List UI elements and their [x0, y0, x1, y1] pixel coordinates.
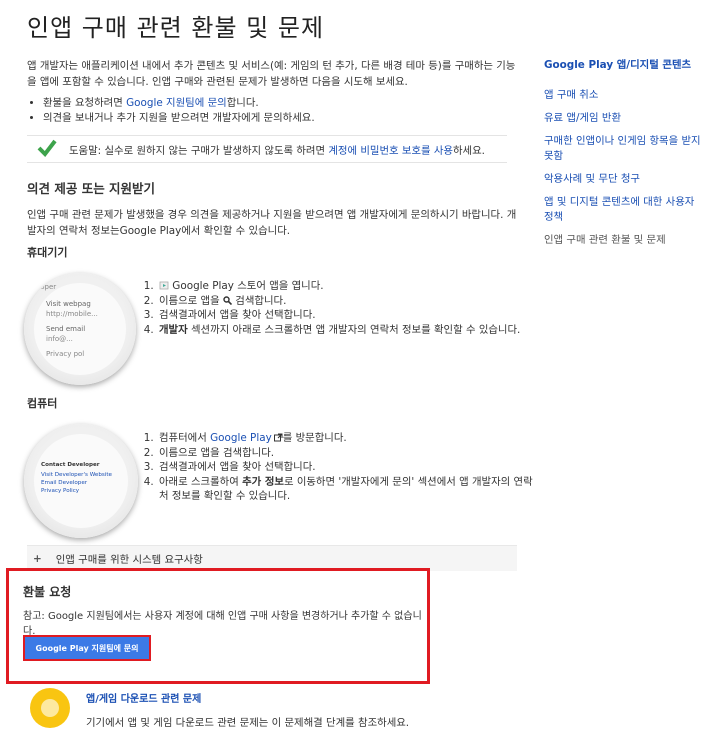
- step-text: 를 방문합니다.: [282, 432, 347, 444]
- download-icon: [30, 688, 70, 728]
- sidebar-header-link[interactable]: Google Play 앱/디지털 콘텐츠: [544, 58, 704, 73]
- step-text: 아래로 스크롤하여: [159, 475, 243, 488]
- computer-step: 아래로 스크롤하여 추가 정보로 이동하면 '개발자에게 문의' 섹션에서 앱 …: [157, 475, 537, 504]
- external-link-icon: [273, 432, 283, 442]
- computer-heading-wrap: 컴퓨터: [27, 395, 57, 411]
- refund-note: 참고: Google 지원팀에서는 사용자 계정에 대해 인앱 구매 사항을 변…: [23, 611, 422, 637]
- bullet-text: 환불을 요청하려면: [43, 97, 127, 109]
- contact-support-link[interactable]: Google 지원팀에 문의: [126, 97, 227, 109]
- intro-text: 앱 개발자는 애플리케이션 내에서 추가 콘텐츠 및 서비스(예: 게임의 턴 …: [27, 60, 516, 88]
- step-bold: 추가 정보: [242, 475, 284, 488]
- expander-label: 인앱 구매를 위한 시스템 요구사항: [55, 554, 203, 566]
- feedback-heading: 의견 제공 또는 지원받기: [27, 181, 156, 196]
- computer-step: 컴퓨터에서 Google Play 를 방문합니다.: [157, 431, 537, 446]
- tip-post: 하세요.: [452, 144, 485, 157]
- refund-heading: 환불 요청: [23, 585, 72, 599]
- step-text: 이름으로 앱을: [159, 294, 223, 307]
- step-bold: 개발자: [159, 323, 188, 336]
- illustration-text: Visit webpag: [46, 300, 91, 308]
- refund-request-box: 환불 요청 참고: Google 지원팀에서는 사용자 계정에 대해 인앱 구매…: [6, 568, 430, 684]
- computer-step: 이름으로 앱을 검색합니다.: [157, 446, 537, 461]
- mobile-step: Google Play 스토어 앱을 엽니다.: [157, 279, 537, 294]
- bullet-text: 의견을 보내거나 추가 지원을 받으려면 개발자에게 문의하세요.: [43, 112, 315, 124]
- step-text: Google Play 스토어 앱을 엽니다.: [169, 280, 324, 292]
- sidebar-item-current: 인앱 구매 관련 환불 및 문제: [544, 234, 666, 246]
- contact-developer-title: Contact Developer: [41, 462, 100, 468]
- tip-pre: 도움말: 실수로 원하지 않는 구매가 발생하지 않도록 하려면: [69, 144, 329, 157]
- contact-google-play-support-button[interactable]: Google Play 지원팀에 문의: [23, 635, 151, 661]
- page-title: 인앱 구매 관련 환불 및 문제: [27, 14, 325, 42]
- sidebar-item-cancel-purchase[interactable]: 앱 구매 취소: [544, 88, 704, 103]
- mobile-steps: Google Play 스토어 앱을 엽니다. 이름으로 앱을 검색합니다. 검…: [142, 279, 537, 337]
- computer-steps: 컴퓨터에서 Google Play 를 방문합니다. 이름으로 앱을 검색합니다.…: [142, 431, 537, 504]
- mobile-step: 검색결과에서 앱을 찾아 선택합니다.: [157, 308, 537, 323]
- feedback-text: 인앱 구매 관련 문제가 발생했을 경우 의견을 제공하거나 지원을 받으려면 …: [27, 209, 517, 237]
- illustration-link: Email Developer: [41, 480, 88, 486]
- bullet-feedback: 의견을 보내거나 추가 지원을 받으려면 개발자에게 문의하세요.: [43, 111, 517, 126]
- step-text: 이름으로 앱을 검색합니다.: [159, 446, 275, 459]
- computer-heading: 컴퓨터: [27, 397, 58, 410]
- step-text: 컴퓨터에서: [159, 432, 211, 444]
- intro-section: 앱 개발자는 애플리케이션 내에서 추가 콘텐츠 및 서비스(예: 게임의 턴 …: [27, 58, 517, 126]
- search-icon: [223, 295, 233, 305]
- password-protection-link[interactable]: 계정에 비밀번호 보호를 사용: [328, 145, 453, 157]
- tip-box: 도움말: 실수로 원하지 않는 구매가 발생하지 않도록 하려면 계정에 비밀번…: [27, 135, 507, 163]
- download-issues-link[interactable]: 앱/게임 다운로드 관련 문제: [86, 694, 201, 705]
- illustration-text: Privacy pol: [46, 350, 85, 358]
- sidebar: Google Play 앱/디지털 콘텐츠 앱 구매 취소 유료 앱/게임 반환…: [544, 58, 704, 256]
- plus-icon: +: [33, 552, 42, 565]
- step-text: 섹션까지 아래로 스크롤하면 앱 개발자의 연락처 정보를 확인할 수 있습니다…: [187, 323, 521, 336]
- sidebar-item-user-policy[interactable]: 앱 및 디지털 콘텐츠에 대한 사용자 정책: [544, 195, 704, 225]
- illustration-text: http://mobile...: [46, 310, 98, 318]
- feedback-section: 의견 제공 또는 지원받기 인앱 구매 관련 문제가 발생했을 경우 의견을 제…: [27, 178, 517, 249]
- sidebar-item-abuse-charges[interactable]: 악용사례 및 무단 청구: [544, 172, 704, 187]
- illustration-link: Privacy Policy: [41, 488, 80, 494]
- mobile-heading-wrap: 휴대기기: [27, 244, 67, 260]
- step-text: 검색합니다.: [231, 294, 287, 307]
- illustration-text: info@...: [46, 335, 73, 343]
- bullet-refund: 환불을 요청하려면 Google 지원팀에 문의합니다.: [43, 96, 517, 111]
- download-issues-link-wrap: 앱/게임 다운로드 관련 문제: [86, 690, 201, 705]
- mobile-heading: 휴대기기: [27, 246, 68, 259]
- computer-illustration: Contact Developer Visit Developer's Webs…: [24, 424, 138, 538]
- check-icon: [37, 139, 61, 160]
- illustration-text: Send email: [46, 325, 86, 333]
- bullet-text: 합니다.: [226, 97, 259, 109]
- tip-text: 도움말: 실수로 원하지 않는 구매가 발생하지 않도록 하려면 계정에 비밀번…: [69, 142, 485, 157]
- sidebar-item-not-received[interactable]: 구매한 인앱이나 인게임 항목을 받지 못함: [544, 134, 704, 164]
- mobile-step: 개발자 섹션까지 아래로 스크롤하면 앱 개발자의 연락처 정보를 확인할 수 …: [157, 323, 537, 338]
- mobile-step: 이름으로 앱을 검색합니다.: [157, 294, 537, 309]
- play-store-icon: [159, 280, 169, 290]
- google-play-link[interactable]: Google Play: [210, 432, 272, 444]
- illustration-link: Visit Developer's Website: [41, 472, 112, 478]
- sidebar-item-return-paid-app[interactable]: 유료 앱/게임 반환: [544, 111, 704, 126]
- intro-list: 환불을 요청하려면 Google 지원팀에 문의합니다. 의견을 보내거나 추가…: [27, 96, 517, 126]
- step-text: 검색결과에서 앱을 찾아 선택합니다.: [159, 461, 316, 473]
- phone-illustration: eloper Visit webpag http://mobile... Sen…: [24, 273, 136, 385]
- illustration-text: eloper: [34, 283, 57, 291]
- download-issues-text: 기기에서 앱 및 게임 다운로드 관련 문제는 이 문제해결 단계를 참조하세요…: [86, 717, 410, 729]
- computer-step: 검색결과에서 앱을 찾아 선택합니다.: [157, 460, 537, 475]
- step-text: 검색결과에서 앱을 찾아 선택합니다.: [159, 309, 316, 321]
